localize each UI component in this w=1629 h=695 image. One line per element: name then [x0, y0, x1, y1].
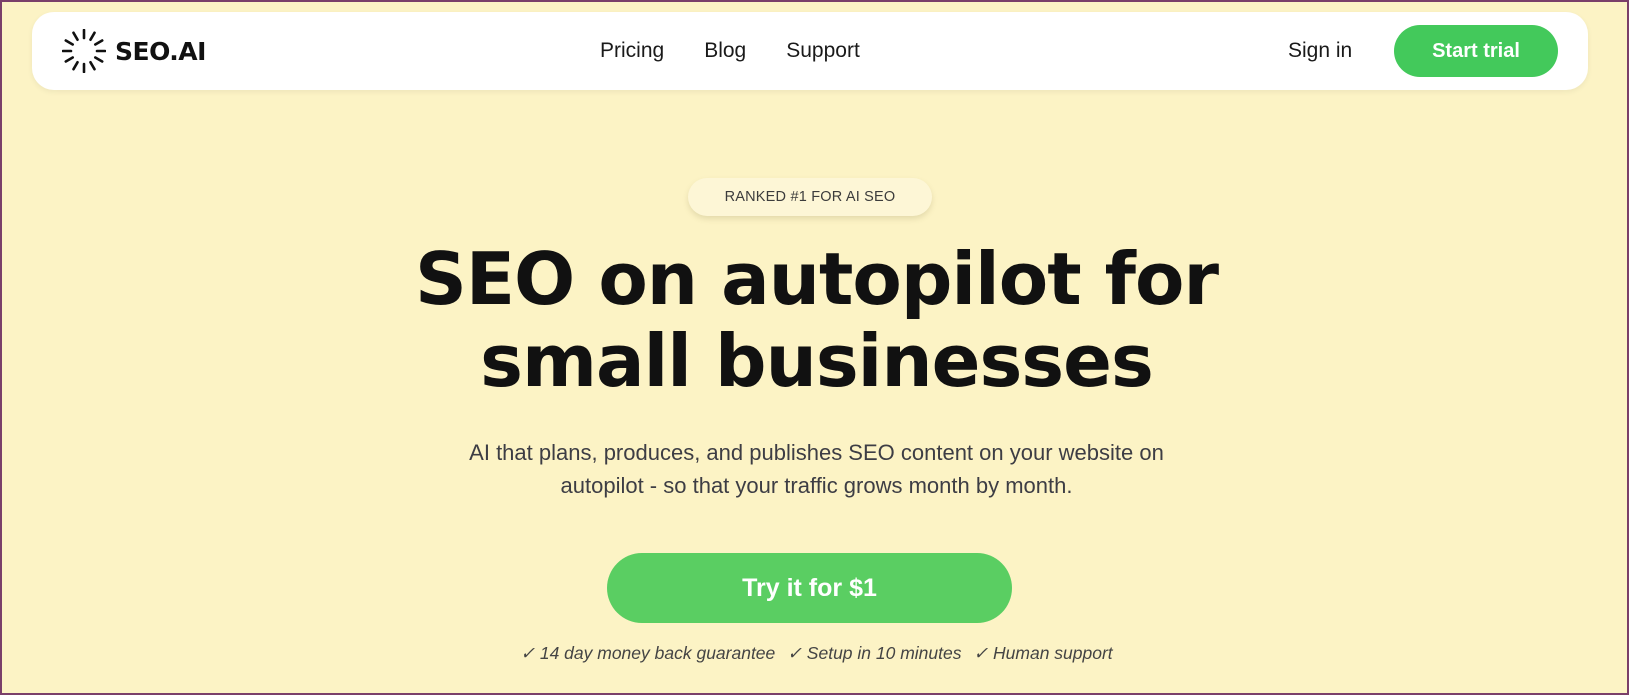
- try-for-1-dollar-button[interactable]: Try it for $1: [607, 553, 1012, 623]
- nav-link-pricing[interactable]: Pricing: [600, 39, 664, 63]
- feature-checklist: ✓ 14 day money back guarantee ✓ Setup in…: [302, 643, 1331, 664]
- hero-subtitle: AI that plans, produces, and publishes S…: [302, 436, 1331, 502]
- hero-headline: SEO on autopilot for small businesses: [202, 238, 1431, 402]
- nav-link-support[interactable]: Support: [786, 39, 860, 63]
- hero-subtitle-line-2: autopilot - so that your traffic grows m…: [560, 473, 1073, 498]
- ranking-badge: RANKED #1 FOR AI SEO: [688, 178, 932, 216]
- feature-setup-time: ✓ Setup in 10 minutes: [787, 643, 962, 663]
- nav-link-blog[interactable]: Blog: [704, 39, 746, 63]
- logo-wordmark: SEO.AI: [115, 36, 206, 66]
- start-trial-button[interactable]: Start trial: [1394, 25, 1558, 77]
- feature-money-back: ✓ 14 day money back guarantee: [520, 643, 776, 663]
- sign-in-link[interactable]: Sign in: [1288, 12, 1352, 90]
- hero-subtitle-line-1: AI that plans, produces, and publishes S…: [469, 440, 1164, 465]
- sunburst-logo-icon: [62, 29, 106, 73]
- primary-nav: Pricing Blog Support: [600, 12, 860, 90]
- hero-headline-line-1: SEO on autopilot for: [415, 237, 1219, 321]
- hero-headline-line-2: small businesses: [480, 319, 1154, 403]
- feature-human-support: ✓ Human support: [973, 643, 1113, 663]
- brand-logo[interactable]: SEO.AI: [62, 29, 206, 73]
- top-navbar: SEO.AI Pricing Blog Support Sign in Star…: [32, 12, 1588, 90]
